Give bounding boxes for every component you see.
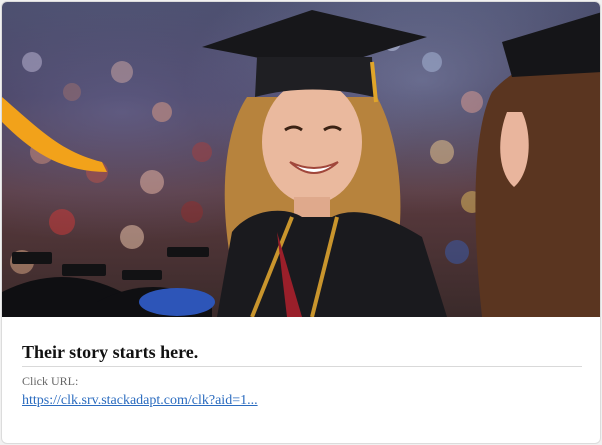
ad-headline[interactable]: Their story starts here. (22, 342, 582, 363)
click-url-link[interactable]: https://clk.srv.stackadapt.com/clk?aid=1… (22, 393, 258, 409)
ad-card[interactable]: Their story starts here. Click URL: http… (1, 1, 601, 444)
divider (22, 366, 582, 367)
graduation-photo-illustration (2, 10, 600, 317)
ad-image[interactable] (2, 2, 600, 317)
click-url-label: Click URL: (22, 374, 79, 388)
